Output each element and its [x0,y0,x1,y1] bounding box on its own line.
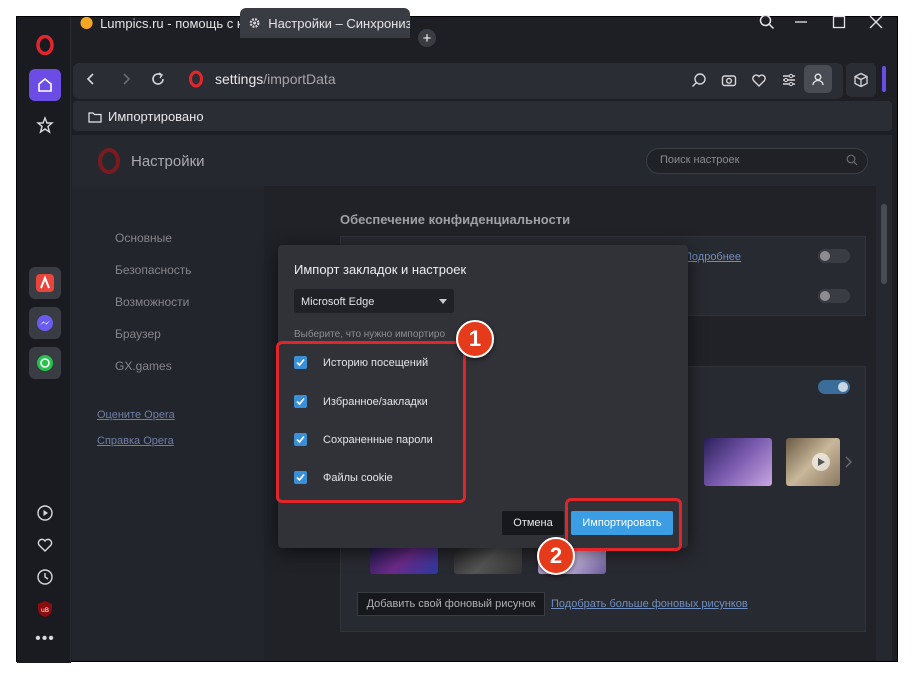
extensions-icon[interactable] [846,63,876,97]
highlight-import-box [565,498,682,551]
chevron-right-icon[interactable] [844,455,852,471]
opera-settings-logo-icon [96,148,122,179]
messenger-icon[interactable] [29,307,61,339]
profile-icon[interactable] [804,65,832,93]
nav-item-security[interactable]: Безопасность [115,263,192,277]
step-badge-2: 2 [537,537,575,575]
nav-item-features[interactable]: Возможности [115,295,189,309]
privacy-toggle-1[interactable] [818,249,850,263]
url-path: /importData [263,71,336,87]
forward-icon[interactable] [112,63,140,95]
easy-setup-icon[interactable] [775,66,803,94]
url-field[interactable]: settings/importData [215,71,336,87]
wallpaper-thumb[interactable] [704,438,772,486]
close-icon[interactable] [858,8,894,36]
browser-select-value: Microsoft Edge [301,296,375,308]
step-badge-1: 1 [456,320,494,358]
more-wallpapers-link[interactable]: Подобрать больше фоновых рисунков [551,598,748,610]
heart-icon[interactable] [29,529,61,561]
bookmark-folder-label: Импортировано [108,109,204,124]
back-icon[interactable] [77,63,105,95]
new-tab-button[interactable]: + [418,29,436,47]
sidebar-toggle-bar[interactable] [882,66,886,92]
minimize-icon[interactable] [783,8,819,36]
gear-icon [249,18,260,28]
maximize-icon[interactable] [821,8,857,36]
opera-logo-icon[interactable] [29,29,61,61]
ublock-icon[interactable]: uB [29,593,61,625]
tab-search-icon[interactable] [749,8,785,36]
sidebar: uB ••• [17,17,71,663]
search-page-icon[interactable] [685,66,713,94]
search-icon [846,153,858,171]
chevron-down-icon [439,299,447,304]
player-icon[interactable] [29,497,61,529]
aria-icon[interactable] [29,267,61,299]
rate-opera-link[interactable]: Оцените Opera [97,409,175,421]
settings-nav [72,186,264,661]
nav-item-basic[interactable]: Основные [115,231,172,245]
home-icon[interactable] [29,69,61,101]
play-icon [812,453,830,471]
opera-help-link[interactable]: Справка Opera [97,435,174,447]
tab-settings[interactable]: Настройки – Синхрониза [240,8,410,38]
star-icon[interactable] [29,109,61,141]
reload-icon[interactable] [144,63,172,95]
choose-items-text: Выберите, что нужно импортиро [294,329,446,340]
orange-circle-favicon-icon [80,16,93,30]
camera-icon[interactable] [715,66,743,94]
wallpaper-toggle[interactable] [818,380,850,394]
opera-site-icon [188,70,204,88]
add-wallpaper-button[interactable]: Добавить свой фоновый рисунок [357,592,545,616]
wallpaper-thumb[interactable] [454,544,522,574]
settings-title: Настройки [131,153,205,170]
tab-label: Lumpics.ru - помощь с ко [100,15,240,31]
svg-text:uB: uB [41,607,49,614]
folder-icon [88,111,102,123]
highlight-options-box [276,341,466,503]
nav-item-gxgames[interactable]: GX.games [115,359,172,373]
tab-lumpics[interactable]: Lumpics.ru - помощь с ко [72,8,240,38]
settings-search-placeholder: Поиск настроек [660,154,740,166]
more-info-link[interactable]: Подробнее [684,251,741,263]
url-host: settings [215,71,264,87]
wallpaper-thumb[interactable] [370,544,438,574]
heart-icon[interactable] [745,66,773,94]
cancel-button[interactable]: Отмена [502,511,564,535]
scrollbar[interactable] [881,204,887,284]
whatsapp-icon[interactable] [29,347,61,379]
more-icon[interactable]: ••• [29,623,61,655]
privacy-section-title: Обеспечение конфиденциальности [340,212,571,227]
privacy-toggle-2[interactable] [818,289,850,303]
dialog-title: Импорт закладок и настроек [294,262,467,277]
bookmark-folder[interactable]: Импортировано [88,109,204,124]
tab-label: Настройки – Синхрониза [268,15,410,31]
history-clock-icon[interactable] [29,561,61,593]
nav-item-browser[interactable]: Браузер [115,327,161,341]
